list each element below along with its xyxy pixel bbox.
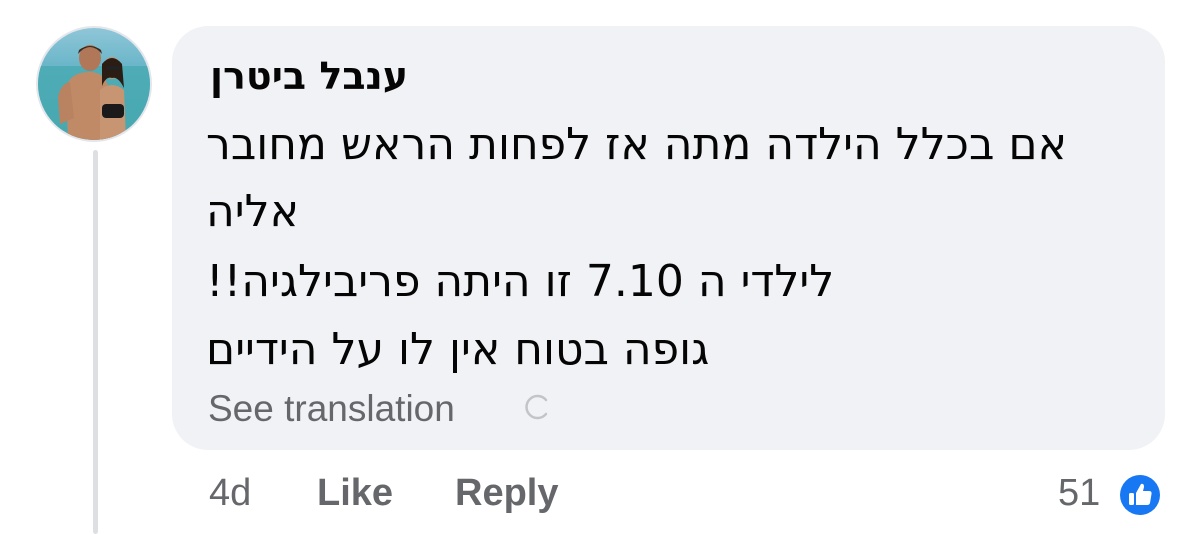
see-translation-link[interactable]: See translation [208,388,455,430]
comment-timestamp[interactable]: 4d [209,472,251,515]
comment-author-name[interactable]: ענבל ביטרן [210,54,408,98]
comment-text-line: אליה [206,186,300,237]
thumbs-up-icon[interactable] [1115,470,1165,520]
comment-text-line: לילדי ה 7.10 זו היתה פריבילגיה!! [206,256,835,307]
like-button[interactable]: Like [317,472,393,515]
comment-text-line: גופה בטוח אין לו על הידיים [206,324,710,375]
avatar[interactable] [36,26,152,142]
loading-spinner-icon [525,394,548,420]
thread-line [93,150,98,534]
avatar-photo [38,28,150,140]
comment-text-line: אם בכלל הילדה מתה אז לפחות הראש מחובר [206,119,1067,170]
reaction-count[interactable]: 51 [1058,472,1100,515]
reply-button[interactable]: Reply [455,472,558,515]
